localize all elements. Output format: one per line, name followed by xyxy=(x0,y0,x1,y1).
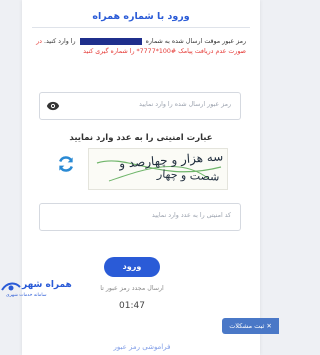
resend-label: ارسال مجدد رمز عبور تا xyxy=(100,285,164,292)
security-code-field[interactable]: کد امنیتی را به عدد وارد نمایید xyxy=(39,203,241,231)
password-placeholder: رمز عبور ارسال شده را وارد نمایید xyxy=(139,101,231,108)
forgot-password-link[interactable]: فراموشی رمز عبور xyxy=(102,343,182,351)
otp-message: رمز عبور موقت ارسال شده به شماره را وارد… xyxy=(36,37,246,57)
page-title: ورود با شماره همراه xyxy=(92,11,190,22)
close-icon[interactable]: ✕ xyxy=(264,322,271,330)
otp-message-text-2: را وارد کنید. xyxy=(44,38,76,45)
brand-logo-icon xyxy=(1,282,21,291)
password-field[interactable]: رمز عبور ارسال شده را وارد نمایید xyxy=(39,92,241,120)
resend-timer: 01:47 xyxy=(119,301,145,311)
brand-name: همراه شهر xyxy=(22,280,72,290)
captcha-image: سه هزار و چهارصد و شصت و چهار xyxy=(88,148,228,190)
report-problem-label: ثبت مشکلات xyxy=(229,322,265,330)
brand-tagline: سامانه خدمات شهری xyxy=(6,293,47,298)
refresh-icon[interactable] xyxy=(56,154,76,174)
otp-message-warning-2: صورت عدم دریافت پیامک #100*7777* را شمار… xyxy=(83,48,246,55)
security-code-placeholder: کد امنیتی را به عدد وارد نمایید xyxy=(151,212,231,219)
eye-icon[interactable] xyxy=(46,99,60,113)
otp-message-warning: در xyxy=(36,38,42,45)
redacted-phone-number xyxy=(79,37,142,45)
brand-watermark: همراه شهر سامانه خدمات شهری xyxy=(0,280,78,302)
report-problem-button[interactable]: ✕ ثبت مشکلات xyxy=(222,318,279,334)
login-button[interactable]: ورود xyxy=(104,257,160,277)
otp-message-text: رمز عبور موقت ارسال شده به شماره xyxy=(145,38,246,45)
captcha-title: عبارت امنیتی را به عدد وارد نمایید xyxy=(69,133,213,143)
title-divider xyxy=(32,27,250,28)
